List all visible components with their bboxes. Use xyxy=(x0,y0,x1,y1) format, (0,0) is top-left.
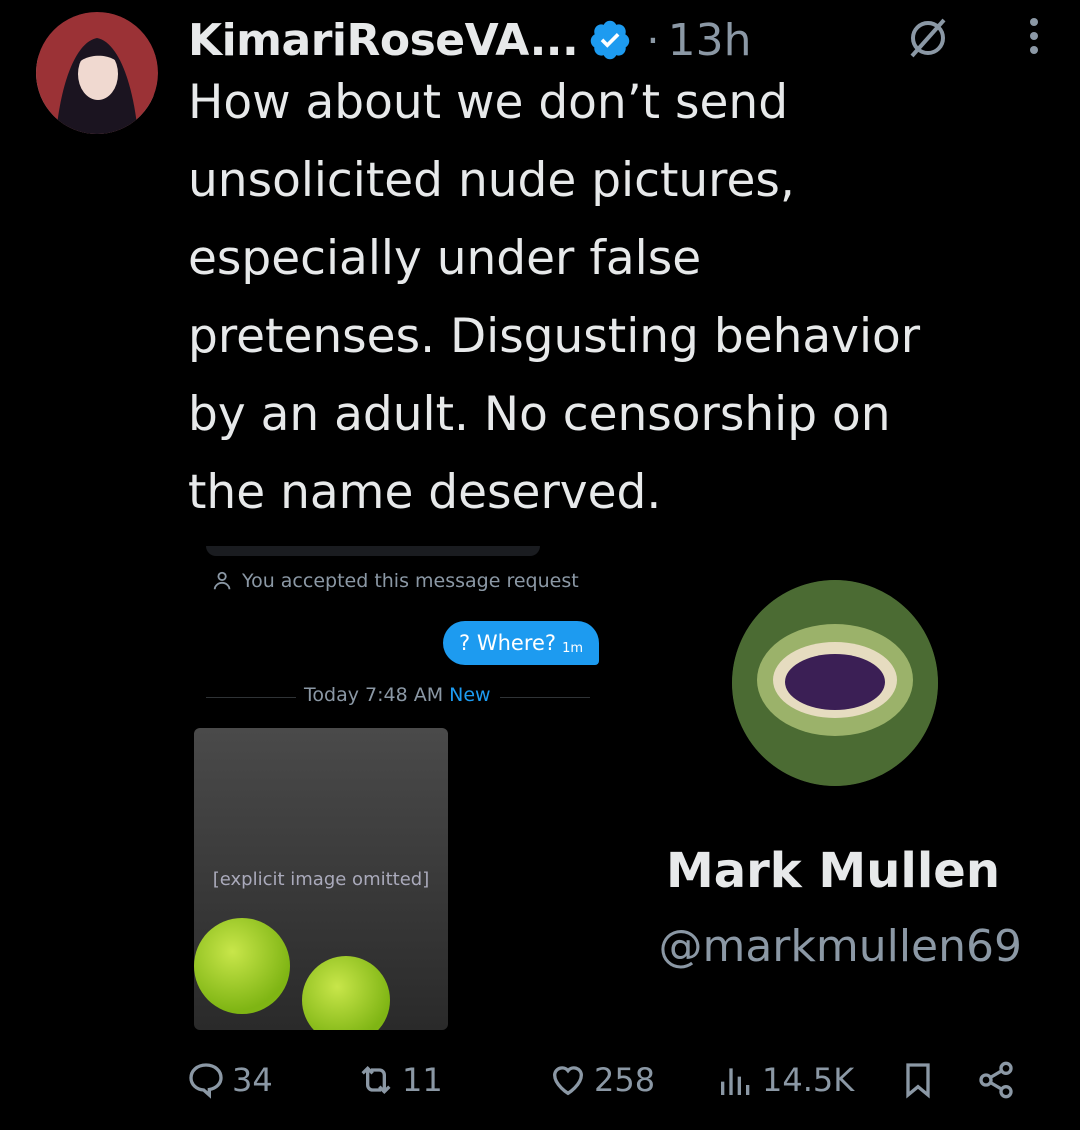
message-request-notice: You accepted this message request xyxy=(212,570,579,592)
author-avatar[interactable] xyxy=(36,12,158,134)
profile-avatar xyxy=(732,580,938,786)
share-icon xyxy=(979,1061,1013,1099)
repost-icon xyxy=(361,1065,391,1095)
repost-count: 11 xyxy=(402,1061,443,1099)
accepted-notice-text: You accepted this message request xyxy=(242,570,579,592)
reply-count: 34 xyxy=(232,1061,273,1099)
dm-message-time: 1m xyxy=(562,640,583,656)
reply-icon xyxy=(189,1063,223,1099)
dm-message-bubble: ? Where? 1m xyxy=(443,621,599,665)
views-count: 14.5K xyxy=(762,1061,855,1099)
tweet-text: How about we don’t send unsolicited nude… xyxy=(188,75,921,520)
views-button[interactable]: 14.5K xyxy=(716,1060,854,1100)
like-count: 258 xyxy=(594,1061,656,1099)
nauseated-face-icon xyxy=(194,918,290,1014)
reply-button[interactable]: 34 xyxy=(186,1060,273,1100)
author-name[interactable]: KimariRoseVA... xyxy=(188,15,579,66)
like-button[interactable]: 258 xyxy=(548,1060,655,1100)
grok-icon[interactable] xyxy=(904,14,952,62)
dm-message-text: ? Where? xyxy=(459,631,557,655)
profile-name: Mark Mullen xyxy=(665,843,1000,899)
profile-handle: @markmullen69 xyxy=(658,921,1022,972)
action-bar: 34 11 258 14.5K xyxy=(186,1060,1056,1116)
divider-line-left xyxy=(206,697,296,698)
like-icon xyxy=(552,1066,584,1096)
dm-screenshot-top-bar xyxy=(206,546,540,556)
divider-line-right xyxy=(500,697,590,698)
verified-badge-icon xyxy=(590,20,630,60)
repost-button[interactable]: 11 xyxy=(356,1060,443,1100)
views-icon xyxy=(721,1068,750,1095)
share-button[interactable] xyxy=(976,1060,1016,1100)
dm-photo-placeholder: [explicit image omitted] xyxy=(194,728,448,1030)
bookmark-icon xyxy=(906,1063,930,1099)
separator-dot: · xyxy=(646,15,660,65)
dm-date-label: Today 7:48 AM xyxy=(304,684,444,706)
photo-note: [explicit image omitted] xyxy=(212,868,430,890)
bookmark-button[interactable] xyxy=(898,1060,938,1100)
timestamp[interactable]: 13h xyxy=(668,15,752,66)
nauseated-face-icon xyxy=(302,956,390,1030)
dm-date-divider: Today 7:48 AM New xyxy=(298,684,497,706)
dm-new-label: New xyxy=(449,684,491,706)
more-icon[interactable] xyxy=(1022,12,1046,60)
person-icon xyxy=(213,571,231,590)
